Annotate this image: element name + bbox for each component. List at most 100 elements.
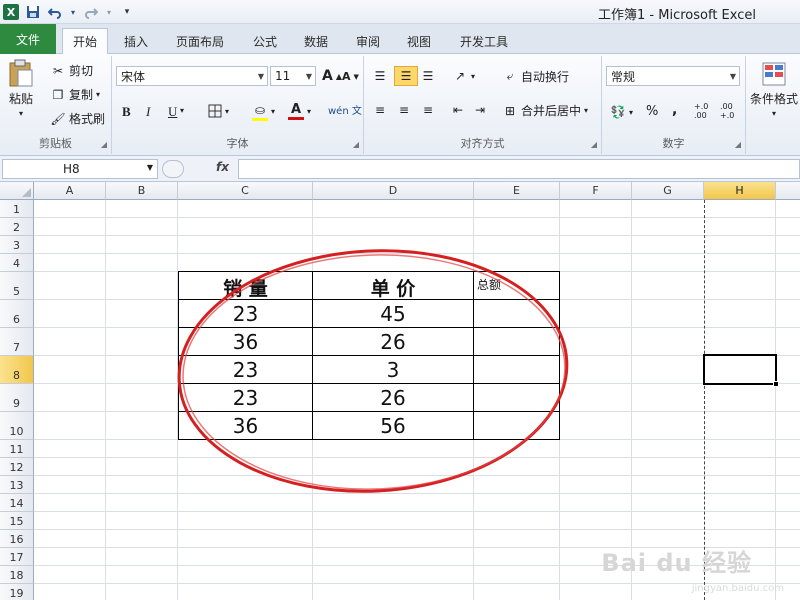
table-cell[interactable] bbox=[473, 327, 560, 356]
table-cell[interactable]: 26 bbox=[312, 383, 474, 412]
align-top-button[interactable]: ☰ bbox=[372, 68, 388, 84]
row-header-5[interactable]: 5 bbox=[0, 272, 34, 300]
table-header-total[interactable]: 总额 bbox=[473, 271, 560, 300]
redo-icon[interactable] bbox=[83, 4, 99, 20]
formula-input[interactable] bbox=[238, 159, 800, 179]
selected-cell-h8[interactable] bbox=[703, 354, 779, 387]
table-cell[interactable]: 23 bbox=[178, 299, 313, 328]
customize-icon[interactable]: ▾ bbox=[119, 4, 135, 20]
undo-icon[interactable] bbox=[47, 4, 63, 20]
insert-function-icon[interactable]: fx bbox=[216, 160, 229, 174]
row-header-16[interactable]: 16 bbox=[0, 530, 34, 548]
column-header-g[interactable]: G bbox=[632, 182, 704, 200]
font-size-combo[interactable]: 11 ▼ bbox=[270, 66, 316, 86]
orientation-button[interactable]: ↗ ▾ bbox=[452, 68, 475, 84]
row-header-2[interactable]: 2 bbox=[0, 218, 34, 236]
align-center-button[interactable]: ≡ bbox=[396, 102, 412, 118]
fill-color-button[interactable]: ⛀ ▾ bbox=[252, 102, 275, 121]
tab-formulas[interactable]: 公式 bbox=[243, 28, 287, 54]
tab-insert[interactable]: 插入 bbox=[114, 28, 158, 54]
formula-splitter-handle[interactable] bbox=[162, 160, 184, 178]
align-right-button[interactable]: ≡ bbox=[420, 102, 436, 118]
comma-button[interactable]: , bbox=[672, 102, 677, 118]
column-header-overflow[interactable] bbox=[776, 182, 800, 200]
table-cell[interactable] bbox=[473, 383, 560, 412]
fill-handle[interactable] bbox=[773, 381, 779, 387]
borders-button[interactable]: ▾ bbox=[208, 104, 229, 118]
column-header-d[interactable]: D bbox=[313, 182, 474, 200]
tab-review[interactable]: 审阅 bbox=[346, 28, 390, 54]
paste-button[interactable]: 粘贴 ▾ bbox=[6, 58, 36, 118]
increase-indent-button[interactable]: ⇥ bbox=[472, 102, 488, 118]
format-painter-button[interactable]: 🖌 格式刷 bbox=[50, 110, 105, 127]
tab-home[interactable]: 开始 bbox=[62, 28, 109, 54]
column-header-a[interactable]: A bbox=[34, 182, 106, 200]
font-launcher-icon[interactable]: ◢ bbox=[353, 140, 359, 149]
row-header-1[interactable]: 1 bbox=[0, 200, 34, 218]
tab-page-layout[interactable]: 页面布局 bbox=[166, 28, 234, 54]
decrease-decimal-button[interactable]: .00 +.0 bbox=[720, 102, 744, 120]
column-header-e[interactable]: E bbox=[474, 182, 560, 200]
row-header-6[interactable]: 6 bbox=[0, 300, 34, 328]
accounting-format-button[interactable]: 💱 ▾ bbox=[610, 104, 634, 120]
column-header-b[interactable]: B bbox=[106, 182, 178, 200]
table-cell[interactable]: 36 bbox=[178, 327, 313, 356]
tab-data[interactable]: 数据 bbox=[294, 28, 338, 54]
name-box[interactable]: H8 ▼ bbox=[2, 159, 158, 179]
copy-dropdown-icon[interactable]: ▾ bbox=[96, 90, 100, 99]
conditional-format-button[interactable]: 条件格式 ▾ bbox=[750, 60, 798, 118]
row-header-4[interactable]: 4 bbox=[0, 254, 34, 272]
alignment-launcher-icon[interactable]: ◢ bbox=[591, 140, 597, 149]
worksheet-grid[interactable]: A B C D E F G H 1 2 3 4 5 6 7 8 9 10 11 … bbox=[0, 182, 800, 600]
table-cell[interactable]: 45 bbox=[312, 299, 474, 328]
number-launcher-icon[interactable]: ◢ bbox=[735, 140, 741, 149]
paste-dropdown-icon[interactable]: ▾ bbox=[19, 109, 23, 118]
row-header-7[interactable]: 7 bbox=[0, 328, 34, 356]
tab-developer[interactable]: 开发工具 bbox=[450, 28, 518, 54]
row-header-3[interactable]: 3 bbox=[0, 236, 34, 254]
align-middle-button[interactable]: ☰ bbox=[394, 66, 418, 86]
column-header-h[interactable]: H bbox=[704, 182, 776, 200]
row-header-17[interactable]: 17 bbox=[0, 548, 34, 566]
redo-dropdown-icon[interactable]: ▾ bbox=[105, 4, 113, 20]
table-header-sales[interactable]: 销 量 bbox=[178, 271, 313, 300]
row-header-14[interactable]: 14 bbox=[0, 494, 34, 512]
column-header-f[interactable]: F bbox=[560, 182, 632, 200]
clipboard-launcher-icon[interactable]: ◢ bbox=[101, 140, 107, 149]
save-icon[interactable] bbox=[25, 4, 41, 20]
wrap-text-button[interactable]: ⤶ 自动换行 bbox=[502, 68, 569, 85]
table-cell[interactable] bbox=[473, 299, 560, 328]
row-header-10[interactable]: 10 bbox=[0, 412, 34, 440]
underline-button[interactable]: U bbox=[168, 104, 177, 120]
font-color-button[interactable]: A ▾ bbox=[288, 102, 311, 120]
column-header-c[interactable]: C bbox=[178, 182, 313, 200]
grow-font-button[interactable]: A ▲ bbox=[322, 68, 342, 84]
row-header-12[interactable]: 12 bbox=[0, 458, 34, 476]
select-all-corner[interactable] bbox=[0, 182, 34, 200]
tab-view[interactable]: 视图 bbox=[397, 28, 441, 54]
row-header-13[interactable]: 13 bbox=[0, 476, 34, 494]
italic-button[interactable]: I bbox=[146, 104, 150, 120]
bold-button[interactable]: B bbox=[122, 104, 131, 120]
underline-dropdown-icon[interactable]: ▾ bbox=[180, 106, 184, 115]
row-header-18[interactable]: 18 bbox=[0, 566, 34, 584]
shrink-font-button[interactable]: A ▼ bbox=[342, 70, 359, 83]
table-header-price[interactable]: 单 价 bbox=[312, 271, 474, 300]
table-cell[interactable]: 23 bbox=[178, 383, 313, 412]
row-header-15[interactable]: 15 bbox=[0, 512, 34, 530]
table-cell[interactable] bbox=[473, 355, 560, 384]
table-cell[interactable]: 36 bbox=[178, 411, 313, 440]
tab-file[interactable]: 文件 bbox=[0, 24, 56, 54]
row-header-19[interactable]: 19 bbox=[0, 584, 34, 600]
number-format-combo[interactable]: 常规 ▼ bbox=[606, 66, 740, 86]
align-bottom-button[interactable]: ☰ bbox=[420, 68, 436, 84]
phonetic-button[interactable]: wén 文 bbox=[328, 102, 362, 117]
row-header-11[interactable]: 11 bbox=[0, 440, 34, 458]
row-header-9[interactable]: 9 bbox=[0, 384, 34, 412]
undo-dropdown-icon[interactable]: ▾ bbox=[69, 4, 77, 20]
decrease-indent-button[interactable]: ⇤ bbox=[450, 102, 466, 118]
table-cell[interactable]: 23 bbox=[178, 355, 313, 384]
table-cell[interactable]: 26 bbox=[312, 327, 474, 356]
font-name-combo[interactable]: 宋体 ▼ bbox=[116, 66, 268, 86]
table-cell[interactable]: 3 bbox=[312, 355, 474, 384]
